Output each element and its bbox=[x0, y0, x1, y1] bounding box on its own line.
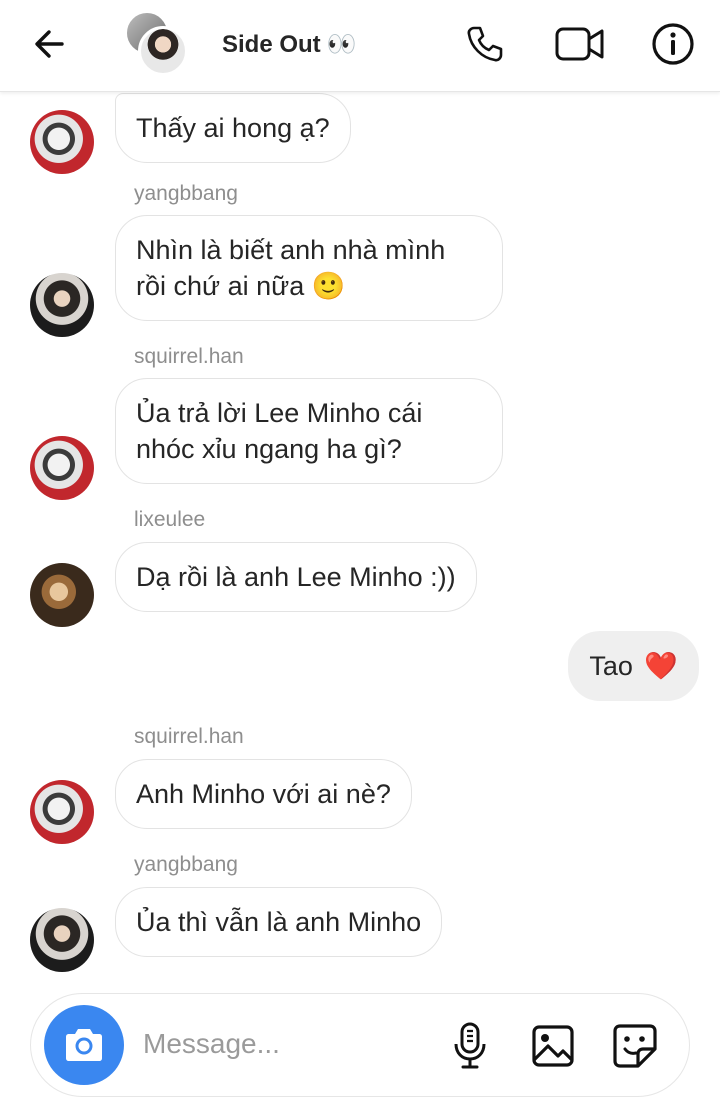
sender-name: lixeulee bbox=[134, 508, 206, 531]
sticker-icon bbox=[613, 1024, 657, 1068]
message-input[interactable] bbox=[143, 1024, 433, 1064]
arrow-left-icon bbox=[35, 30, 64, 58]
video-call-button[interactable] bbox=[550, 14, 610, 74]
back-button[interactable] bbox=[20, 14, 80, 74]
chat-title-text: Side Out bbox=[222, 31, 321, 58]
avatar[interactable] bbox=[30, 273, 94, 337]
sender-name: squirrel.han bbox=[134, 725, 244, 748]
message-line: rồi chứ ai nữa 🙂 bbox=[136, 271, 346, 301]
voice-call-button[interactable] bbox=[455, 14, 515, 74]
sender-name: yangbbang bbox=[134, 182, 238, 205]
avatar[interactable] bbox=[30, 908, 94, 972]
camera-icon bbox=[66, 1029, 102, 1061]
avatar[interactable] bbox=[30, 110, 94, 174]
avatar[interactable] bbox=[30, 563, 94, 627]
heart-emoji: ❤️ bbox=[644, 651, 678, 681]
camera-button[interactable] bbox=[44, 1005, 124, 1085]
video-camera-icon bbox=[555, 27, 604, 61]
message-bubble[interactable]: Ủa thì vẫn là anh Minho bbox=[115, 887, 443, 957]
gallery-button[interactable] bbox=[527, 1020, 579, 1072]
message-list[interactable]: Thấy ai hong ạ? yangbbang Nhìn là biết a… bbox=[0, 93, 720, 988]
chat-header: Side Out 👀 bbox=[0, 0, 720, 92]
message-bubble[interactable]: Anh Minho với ai nè? bbox=[115, 759, 412, 829]
info-button[interactable] bbox=[643, 14, 703, 74]
chat-title[interactable]: Side Out 👀 bbox=[222, 30, 357, 59]
voice-message-button[interactable] bbox=[444, 1020, 496, 1072]
info-icon bbox=[652, 23, 694, 65]
sender-name: squirrel.han bbox=[134, 345, 244, 368]
message-bubble[interactable]: Nhìn là biết anh nhà mình rồi chứ ai nữa… bbox=[115, 215, 503, 321]
message-composer bbox=[30, 993, 690, 1097]
message-line: Ủa trả lời Lee Minho cái bbox=[136, 398, 423, 428]
message-line: Nhìn là biết anh nhà mình bbox=[136, 235, 446, 265]
my-message-bubble[interactable]: Tao ❤️ bbox=[568, 631, 699, 701]
avatar bbox=[138, 26, 188, 76]
eyes-emoji: 👀 bbox=[326, 31, 357, 58]
message-bubble[interactable]: Dạ rồi là anh Lee Minho :)) bbox=[115, 542, 477, 612]
group-avatar[interactable] bbox=[124, 10, 190, 76]
microphone-icon bbox=[454, 1022, 486, 1069]
phone-icon bbox=[467, 26, 503, 62]
message-line: nhóc xỉu ngang ha gì? bbox=[136, 434, 402, 464]
image-icon bbox=[532, 1025, 574, 1067]
message-bubble[interactable]: Thấy ai hong ạ? bbox=[115, 93, 351, 163]
message-bubble[interactable]: Ủa trả lời Lee Minho cái nhóc xỉu ngang … bbox=[115, 378, 503, 484]
message-text: Tao bbox=[589, 651, 633, 681]
avatar[interactable] bbox=[30, 436, 94, 500]
sender-name: yangbbang bbox=[134, 853, 238, 876]
sticker-button[interactable] bbox=[609, 1020, 661, 1072]
avatar[interactable] bbox=[30, 780, 94, 844]
